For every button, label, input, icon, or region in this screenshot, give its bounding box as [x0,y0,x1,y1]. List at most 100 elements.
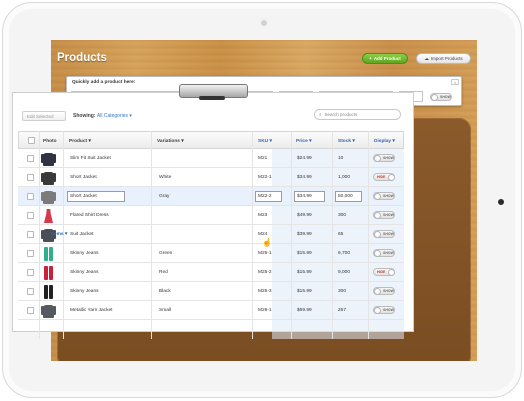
stock: 267 [338,308,347,313]
items-tag[interactable]: Items ▾ [51,232,67,237]
product-thumbnail [41,189,56,204]
column-header-product[interactable]: Product ▾ [69,132,91,150]
product-thumbnail [41,170,56,185]
display-toggle[interactable]: HIDE [373,268,395,276]
toggle-label: SHOW [383,251,394,255]
toggle-label: SHOW [383,194,394,198]
product-name-input[interactable]: Short Jacket [67,191,125,202]
stock-input[interactable]: 50,000 [335,191,362,202]
search-icon: ⌕ [319,112,322,117]
items-tag-label: Items [51,232,64,237]
column-header-display[interactable]: Display ▾ [374,132,395,150]
toggle-knob [388,269,395,276]
variation: White [159,175,172,180]
column-divider [291,131,292,339]
variation: Small [159,308,171,313]
display-toggle[interactable]: SHOW [373,211,395,219]
variation: Black [159,289,171,294]
edit-selected-button[interactable]: Edit Selected [22,111,66,121]
table-row[interactable]: Short Jacket White M22-1 $34.99 1,000 HIDE [18,168,404,187]
stock: 9,000 [338,270,351,275]
table-row[interactable]: Skinny Jeans Red M25-2 $15.99 9,000 HIDE [18,263,404,282]
add-product-button[interactable]: + Add Product [362,53,408,64]
quick-add-label: Quickly add a product here: [72,80,136,85]
price-input[interactable]: $34.99 [294,191,325,202]
display-toggle[interactable]: SHOW [373,306,395,314]
toggle-knob [374,231,381,238]
table-row[interactable]: Skinny Jeans Green M25-1 $15.99 6,700 SHOW [18,244,404,263]
display-toggle[interactable]: SHOW [373,249,395,257]
row-checkbox[interactable] [27,269,34,276]
product-name: Short Jacket [70,175,97,180]
chevron-down-icon: ▾ [129,113,132,119]
price: $24.99 [297,156,312,161]
clipboard-clip-hinge [199,96,225,100]
side-sensor [498,199,504,205]
stock: 300 [338,289,347,294]
showing-filter[interactable]: Showing: All Categories ▾ [73,113,132,119]
column-header-sku[interactable]: SKU ▾ [258,132,272,150]
hand-pointer-icon: ☝ [262,238,272,247]
row-checkbox[interactable] [27,307,34,314]
plus-icon: + [369,56,372,61]
toggle-label: SHOW [383,213,394,217]
product-thumbnail [41,284,56,299]
row-checkbox[interactable] [27,212,34,219]
product-thumbnail [41,151,56,166]
chevron-down-icon: ▾ [309,138,312,144]
table-row[interactable]: Suit Jacket M24 $39.99 65 SHOW [18,225,404,244]
display-toggle[interactable]: HIDE [373,173,395,181]
toggle-knob [374,212,381,219]
stock: 1,000 [338,175,351,180]
price: $49.99 [297,213,312,218]
column-header-variations[interactable]: Variations ▾ [157,132,184,150]
sku: M23 [258,213,268,218]
table-row[interactable]: Skinny Jeans Black M25-3 $15.99 300 SHOW [18,282,404,301]
row-checkbox[interactable] [27,288,34,295]
add-product-label: Add Product [373,56,401,61]
close-icon[interactable]: × [451,79,459,85]
sku-input[interactable]: M22-2 [255,191,282,202]
table-row[interactable]: Short Jacket Gray M22-2 $34.99 50,000 SHOW [18,187,404,206]
column-divider [252,131,253,339]
row-checkbox[interactable] [27,155,34,162]
row-checkbox[interactable] [27,231,34,238]
cloud-upload-icon: ☁ [424,55,429,61]
row-checkbox[interactable] [27,193,34,200]
toggle-knob [431,94,438,101]
product-name: Skinny Jeans [70,251,99,256]
dress-icon [44,209,53,223]
column-header-photo: Photo [43,138,57,144]
toggle-label: HIDE [377,270,386,274]
display-toggle[interactable]: SHOW [373,154,395,162]
select-all-checkbox[interactable] [28,137,35,144]
variation: Green [159,251,173,256]
column-header-price[interactable]: Price ▾ [296,132,312,150]
display-toggle[interactable]: SHOW [373,230,395,238]
toggle-label: SHOW [440,95,451,99]
table-row[interactable]: Slim Fit Suit Jacket M21 $24.99 10 SHOW [18,149,404,168]
column-header-stock-label: Stock [338,138,352,144]
display-toggle[interactable]: SHOW [373,287,395,295]
toggle-label: HIDE [377,175,386,179]
product-name: Skinny Jeans [70,270,99,275]
price: $15.99 [297,289,312,294]
shirt-icon [41,172,56,185]
toggle-label: SHOW [383,156,394,160]
category-filter[interactable]: All Categories [97,113,128,119]
row-checkbox[interactable] [27,174,34,181]
column-divider [368,131,369,339]
search-input[interactable]: ⌕ Search products [314,109,401,120]
import-products-button[interactable]: ☁ Import Products [416,53,471,64]
row-checkbox[interactable] [27,250,34,257]
table-row[interactable]: Flared Shirt Dress M23 $49.99 300 SHOW [18,206,404,225]
display-toggle[interactable]: SHOW [373,192,395,200]
table-row[interactable]: Metallic Yarn Jacket Small M26-1 $69.99 267 S… [18,301,404,320]
product-thumbnail [41,265,56,280]
display-toggle[interactable]: SHOW [430,93,452,101]
toggle-label: SHOW [383,232,394,236]
stock: 65 [338,232,344,237]
price: $15.99 [297,270,312,275]
shirt-icon [41,153,56,166]
column-header-stock[interactable]: Stock ▾ [338,132,355,150]
